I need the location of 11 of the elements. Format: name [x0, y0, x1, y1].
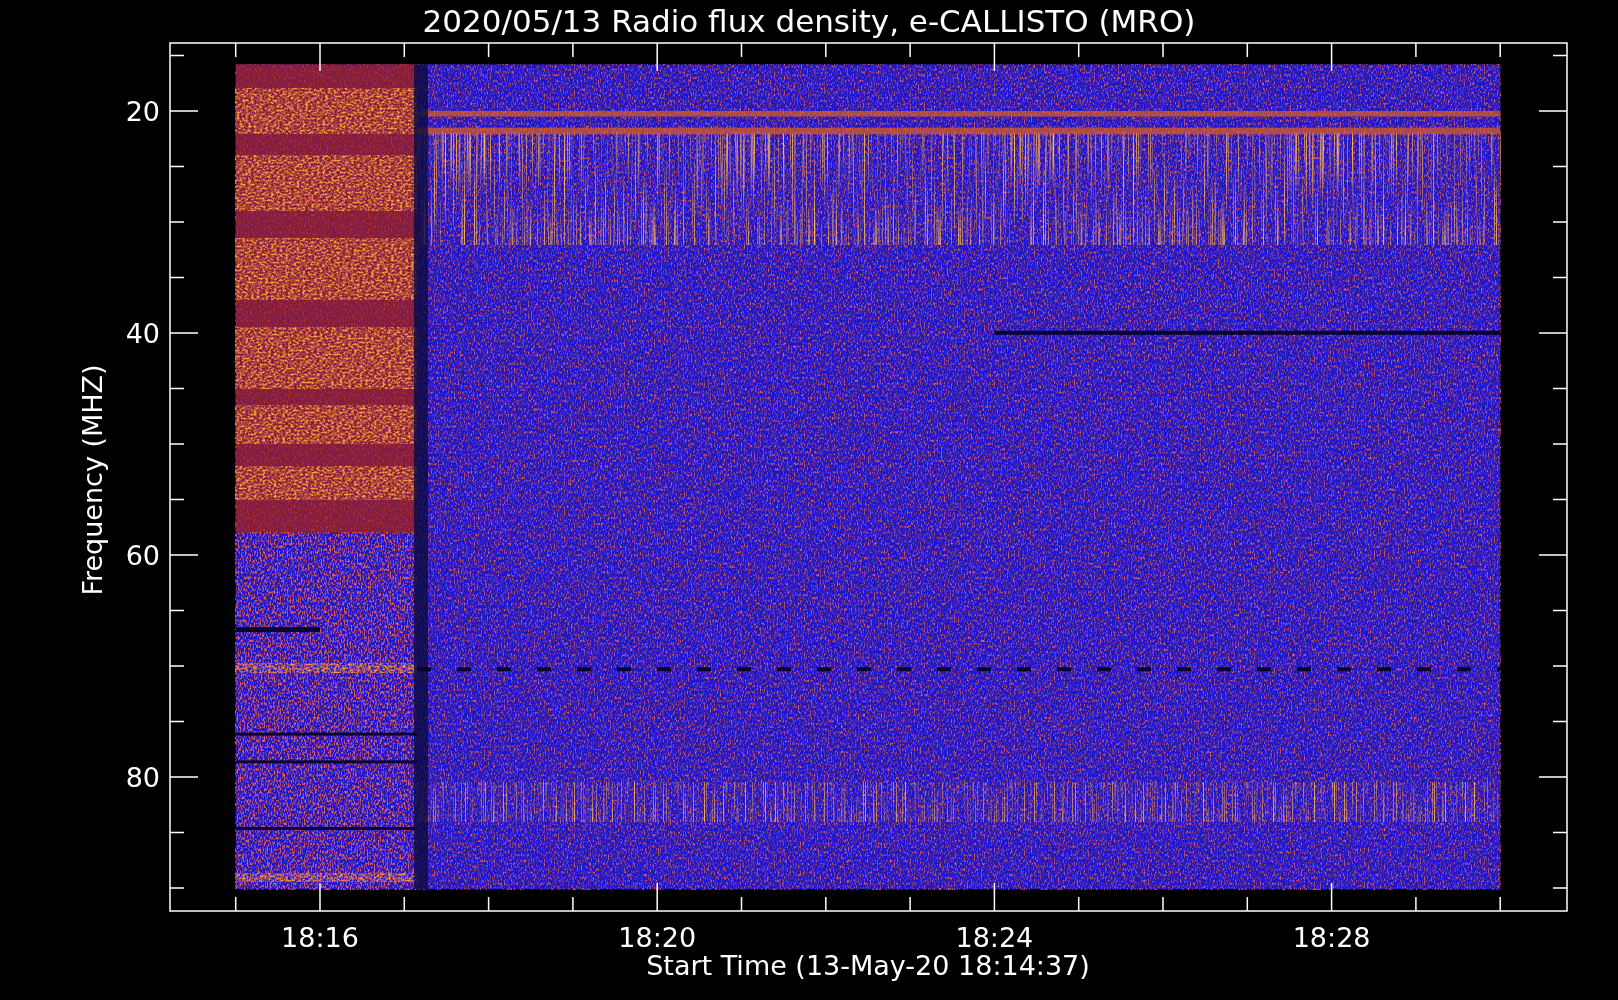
tick-label: 18:16: [281, 922, 359, 953]
tick-label: 18:20: [618, 922, 697, 953]
axis-label: Start Time (13-May-20 18:14:37): [646, 950, 1090, 981]
tick-label: 18:28: [1292, 922, 1371, 953]
tick-label: 80: [125, 762, 160, 793]
tick-label: 20: [125, 96, 160, 127]
tick-label: 40: [125, 318, 160, 349]
axis-label: Frequency (MHZ): [77, 364, 108, 596]
tick-label: 18:24: [955, 922, 1034, 953]
tick-label: 60: [125, 540, 160, 571]
plot-title: 2020/05/13 Radio flux density, e-CALLISTO (MRO): [422, 3, 1196, 39]
